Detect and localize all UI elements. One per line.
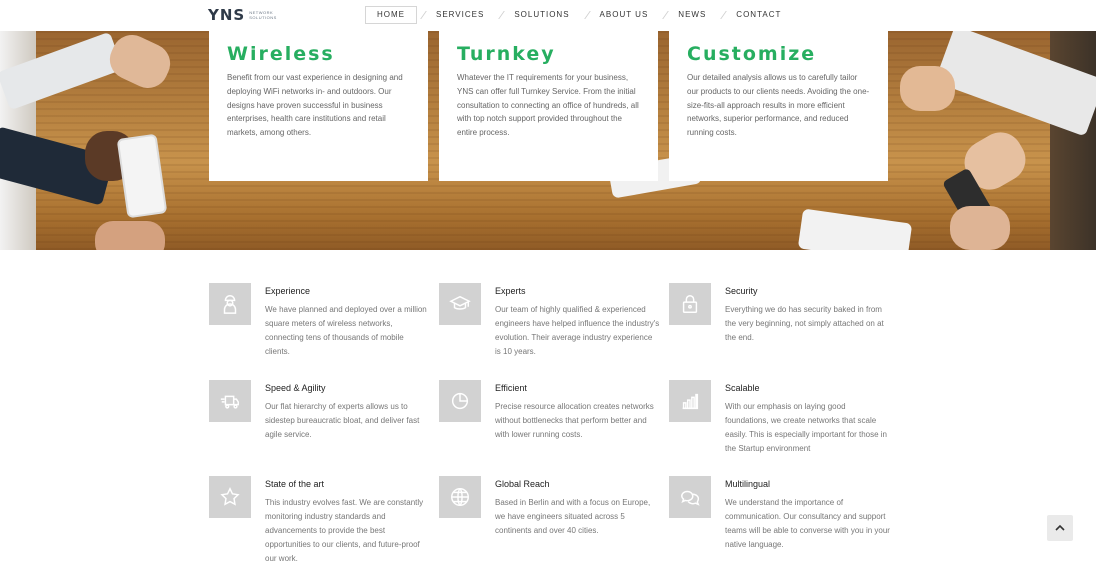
feature-text: This industry evolves fast. We are const… [265, 498, 424, 563]
feature-state-of-the-art: State of the art This industry evolves f… [209, 476, 434, 563]
engineer-icon [209, 283, 251, 325]
card-title: Turnkey [457, 43, 556, 65]
hero-photo-detail [950, 206, 1010, 250]
feature-experience: Experience We have planned and deployed … [209, 283, 434, 373]
feature-title: Efficient [495, 383, 527, 393]
card-text: Benefit from our vast experience in desi… [227, 73, 403, 138]
site-logo[interactable]: YNS NETWORK SOLUTIONS [208, 5, 281, 25]
feature-title: Scalable [725, 383, 760, 393]
graduation-cap-icon [439, 283, 481, 325]
pie-chart-icon [439, 380, 481, 422]
hero-photo-detail [797, 208, 913, 250]
feature-security: Security Everything we do has security b… [669, 283, 894, 373]
bar-chart-icon [669, 380, 711, 422]
globe-icon [439, 476, 481, 518]
hero-photo-detail [116, 133, 168, 219]
card-title: Wireless [227, 43, 335, 65]
chat-bubbles-icon [669, 476, 711, 518]
feature-title: Experience [265, 286, 311, 296]
feature-text: With our emphasis on laying good foundat… [725, 402, 887, 453]
service-card-wireless: Wireless Benefit from our vast experienc… [209, 31, 428, 181]
feature-title: Multilingual [725, 479, 771, 489]
card-text: Our detailed analysis allows us to caref… [687, 73, 870, 138]
service-card-customize: Customize Our detailed analysis allows u… [669, 31, 888, 181]
feature-text: Everything we do has security baked in f… [725, 305, 884, 342]
lock-icon [669, 283, 711, 325]
hero-photo-detail [95, 221, 165, 250]
logo-mark: YNS [208, 6, 246, 24]
feature-global-reach: Global Reach Based in Berlin and with a … [439, 476, 664, 563]
service-card-turnkey: Turnkey Whatever the IT requirements for… [439, 31, 658, 181]
hero-photo-detail [900, 66, 955, 111]
nav-item-contact[interactable]: CONTACT [725, 6, 792, 24]
nav-item-solutions[interactable]: SOLUTIONS [503, 6, 580, 24]
delivery-truck-icon [209, 380, 251, 422]
feature-text: Our flat hierarchy of experts allows us … [265, 402, 420, 439]
feature-text: Our team of highly qualified & experienc… [495, 305, 660, 356]
feature-text: Based in Berlin and with a focus on Euro… [495, 498, 651, 535]
card-text: Whatever the IT requirements for your bu… [457, 73, 639, 138]
feature-text: We understand the importance of communic… [725, 498, 890, 549]
feature-efficient: Efficient Precise resource allocation cr… [439, 380, 664, 470]
hero-photo-detail [103, 31, 177, 95]
feature-title: Speed & Agility [265, 383, 326, 393]
logo-subtitle: NETWORK SOLUTIONS [249, 10, 277, 20]
top-navigation: YNS NETWORK SOLUTIONS HOME SERVICES SOLU… [0, 0, 1096, 31]
feature-title: Global Reach [495, 479, 550, 489]
feature-title: State of the art [265, 479, 325, 489]
nav-item-services[interactable]: SERVICES [425, 6, 495, 24]
card-title: Customize [687, 43, 817, 65]
feature-experts: Experts Our team of highly qualified & e… [439, 283, 664, 373]
feature-multilingual: Multilingual We understand the importanc… [669, 476, 894, 563]
nav-item-home[interactable]: HOME [365, 6, 417, 24]
feature-scalable: Scalable With our emphasis on laying goo… [669, 380, 894, 470]
main-menu: HOME SERVICES SOLUTIONS ABOUT US NEWS CO… [365, 6, 792, 24]
feature-title: Experts [495, 286, 526, 296]
nav-item-news[interactable]: NEWS [667, 6, 717, 24]
feature-speed-agility: Speed & Agility Our flat hierarchy of ex… [209, 380, 434, 470]
scroll-to-top-button[interactable] [1047, 515, 1073, 541]
nav-item-about-us[interactable]: ABOUT US [589, 6, 660, 24]
star-icon [209, 476, 251, 518]
feature-text: Precise resource allocation creates netw… [495, 402, 654, 439]
feature-title: Security [725, 286, 758, 296]
feature-text: We have planned and deployed over a mill… [265, 305, 427, 356]
chevron-up-icon [1055, 524, 1065, 531]
